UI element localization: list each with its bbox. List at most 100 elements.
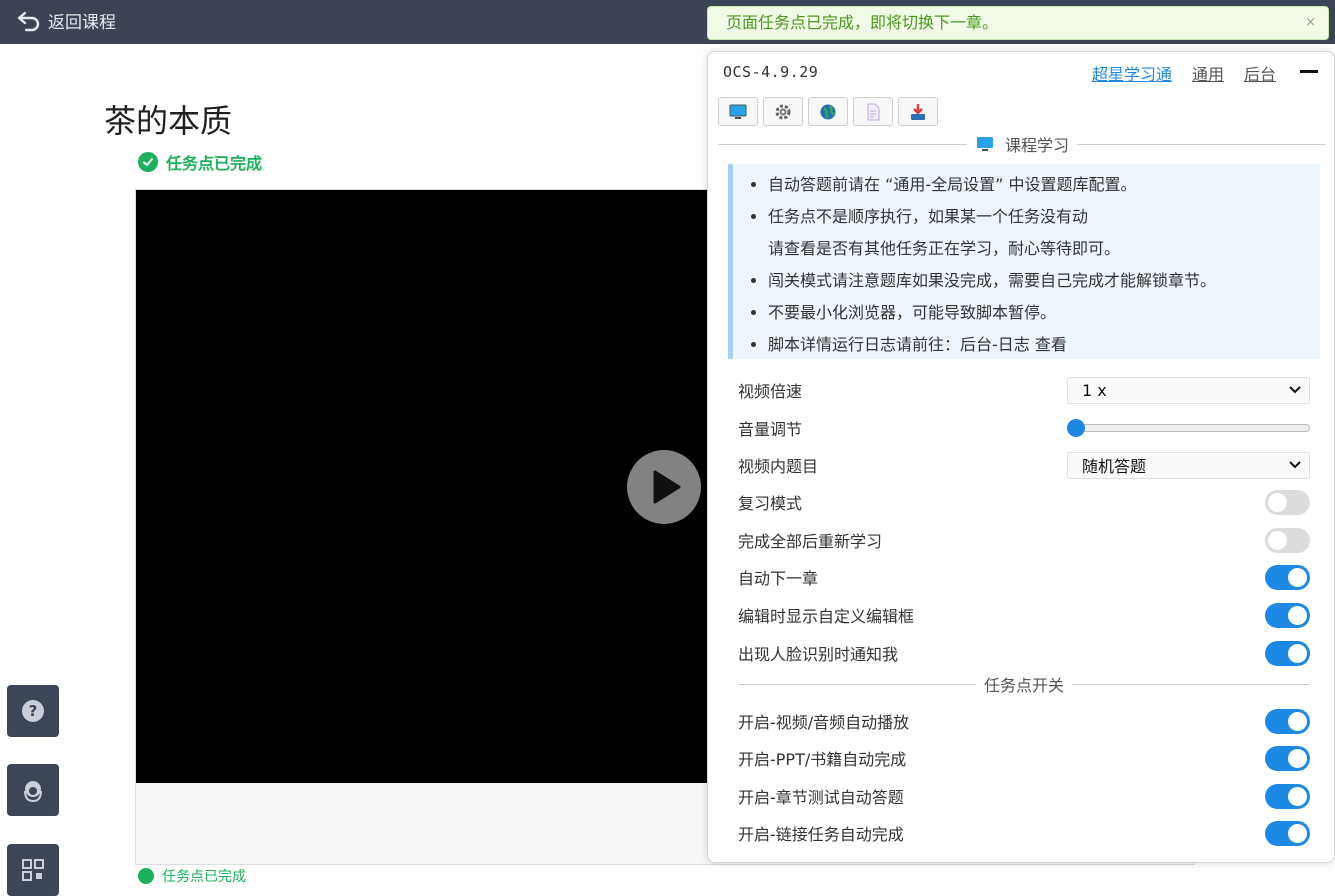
task-video-row: 开启-视频/音频自动播放: [738, 706, 1310, 736]
ocs-panel: OCS-4.9.29 超星学习通 通用 后台 课程学习 • 自动答题前请在 “通…: [707, 51, 1335, 863]
tip-item-continued: 请查看是否有其他任务正在学习，耐心等待即可。: [768, 239, 1121, 258]
web-button[interactable]: [808, 97, 848, 126]
relearn-row: 完成全部后重新学习: [738, 525, 1310, 555]
play-icon: [653, 470, 681, 504]
playback-rate-select[interactable]: 1 x: [1067, 376, 1310, 404]
tips-box: 自动答题前请在 “通用-全局设置” 中设置题库配置。 任务点不是顺序执行，如果某…: [728, 164, 1320, 359]
help-button[interactable]: ?: [7, 685, 59, 737]
panel-version: OCS-4.9.29: [723, 63, 819, 81]
divider: [1077, 143, 1327, 145]
chevron-down-icon: [1289, 386, 1301, 394]
slider-track: [1067, 424, 1310, 432]
video-question-label: 视频内题目: [738, 457, 819, 476]
toggle-knob: [1288, 643, 1307, 663]
document-icon: [867, 103, 880, 120]
divider: [718, 143, 967, 145]
document-button[interactable]: [853, 97, 893, 126]
toggle-label: 出现人脸识别时通知我: [738, 645, 899, 664]
toggle-label: 完成全部后重新学习: [738, 532, 883, 551]
settings-button[interactable]: [763, 97, 803, 126]
toggle-knob: [1288, 823, 1307, 843]
task-section-title: 任务点开关: [984, 676, 1065, 695]
volume-row: 音量调节: [738, 413, 1310, 443]
section-title: 课程学习: [967, 132, 1077, 156]
panel-header: OCS-4.9.29 超星学习通 通用 后台: [708, 52, 1334, 92]
auto-next-toggle[interactable]: [1265, 564, 1310, 590]
back-arrow-icon: [17, 11, 40, 31]
toggle-knob: [1268, 530, 1287, 550]
nav-chaoxing[interactable]: 超星学习通: [1092, 61, 1172, 85]
playback-rate-label: 视频倍速: [738, 382, 803, 401]
video-question-row: 视频内题目 随机答题: [738, 450, 1310, 480]
check-circle-icon: [138, 152, 158, 172]
back-to-course-link[interactable]: 返回课程: [16, 8, 116, 33]
panel-nav: 超星学习通 通用 后台: [1092, 61, 1276, 85]
toggle-knob: [1268, 492, 1287, 512]
back-label: 返回课程: [48, 13, 116, 33]
download-button[interactable]: [898, 97, 938, 126]
monitor-icon: [977, 137, 993, 151]
chevron-down-icon: [1289, 461, 1301, 469]
face-notify-row: 出现人脸识别时通知我: [738, 638, 1310, 668]
play-button[interactable]: [627, 450, 701, 524]
volume-label: 音量调节: [738, 420, 803, 439]
svg-text:?: ?: [29, 702, 38, 720]
toggle-label: 自动下一章: [738, 569, 819, 588]
divider: [738, 683, 976, 685]
next-task-status-label: 任务点已完成: [162, 869, 246, 885]
task-status-label: 任务点已完成: [166, 154, 263, 173]
toggle-label: 开启-视频/音频自动播放: [738, 713, 910, 732]
next-task-status: 任务点已完成: [138, 866, 246, 886]
playback-rate-value: 1 x: [1082, 380, 1107, 400]
notification-toast: 页面任务点已完成，即将切换下一章。 ×: [707, 6, 1329, 40]
relearn-toggle[interactable]: [1265, 527, 1310, 553]
nav-backend[interactable]: 后台: [1244, 61, 1276, 85]
task-ppt-toggle[interactable]: [1265, 745, 1310, 771]
custom-editor-toggle[interactable]: [1265, 602, 1310, 628]
page-title: 茶的本质: [104, 102, 233, 140]
toggle-knob: [1288, 605, 1307, 625]
customer-service-button[interactable]: [7, 764, 59, 816]
divider: [1072, 683, 1311, 685]
video-question-select[interactable]: 随机答题: [1067, 451, 1310, 479]
video-question-value: 随机答题: [1082, 457, 1147, 476]
tip-item: 任务点不是顺序执行，如果某一个任务没有动: [768, 201, 1320, 233]
review-mode-row: 复习模式: [738, 487, 1310, 517]
toggle-knob: [1288, 567, 1307, 587]
volume-slider[interactable]: [1067, 413, 1310, 443]
task-status: 任务点已完成: [138, 150, 262, 174]
toggle-label: 开启-PPT/书籍自动完成: [738, 750, 907, 769]
toggle-label: 开启-链接任务自动完成: [738, 825, 904, 844]
task-quiz-toggle[interactable]: [1265, 783, 1310, 809]
close-icon[interactable]: ×: [1305, 7, 1316, 39]
download-icon: [911, 103, 925, 120]
course-study-section-header: 课程学习: [718, 132, 1327, 156]
minimize-icon[interactable]: [1300, 70, 1318, 73]
task-link-toggle[interactable]: [1265, 820, 1310, 846]
qrcode-button[interactable]: [7, 844, 59, 896]
task-video-toggle[interactable]: [1265, 708, 1310, 734]
panel-toolbar: [718, 97, 938, 126]
nav-general[interactable]: 通用: [1192, 61, 1224, 85]
task-quiz-row: 开启-章节测试自动答题: [738, 781, 1310, 811]
toggle-knob: [1288, 786, 1307, 806]
toggle-label: 复习模式: [738, 494, 803, 513]
course-study-button[interactable]: [718, 97, 758, 126]
slider-thumb[interactable]: [1067, 419, 1085, 437]
task-link-row: 开启-链接任务自动完成: [738, 818, 1310, 848]
tip-item: 不要最小化浏览器，可能导致脚本暂停。: [768, 297, 1320, 329]
face-notify-toggle[interactable]: [1265, 640, 1310, 666]
toggle-label: 开启-章节测试自动答题: [738, 788, 904, 807]
review-mode-toggle[interactable]: [1265, 489, 1310, 515]
globe-icon: [820, 104, 836, 119]
task-section-header: 任务点开关: [738, 674, 1311, 695]
task-ppt-row: 开启-PPT/书籍自动完成: [738, 743, 1310, 773]
section-title-text: 课程学习: [1005, 136, 1070, 155]
toggle-knob: [1288, 748, 1307, 768]
check-circle-icon: [138, 868, 154, 884]
tip-item: 脚本详情运行日志请前往：后台-日志 查看: [768, 329, 1320, 361]
notification-text: 页面任务点已完成，即将切换下一章。: [726, 13, 999, 32]
playback-rate-row: 视频倍速 1 x: [738, 375, 1310, 405]
question-icon: ?: [22, 700, 44, 722]
toggle-knob: [1288, 711, 1307, 731]
